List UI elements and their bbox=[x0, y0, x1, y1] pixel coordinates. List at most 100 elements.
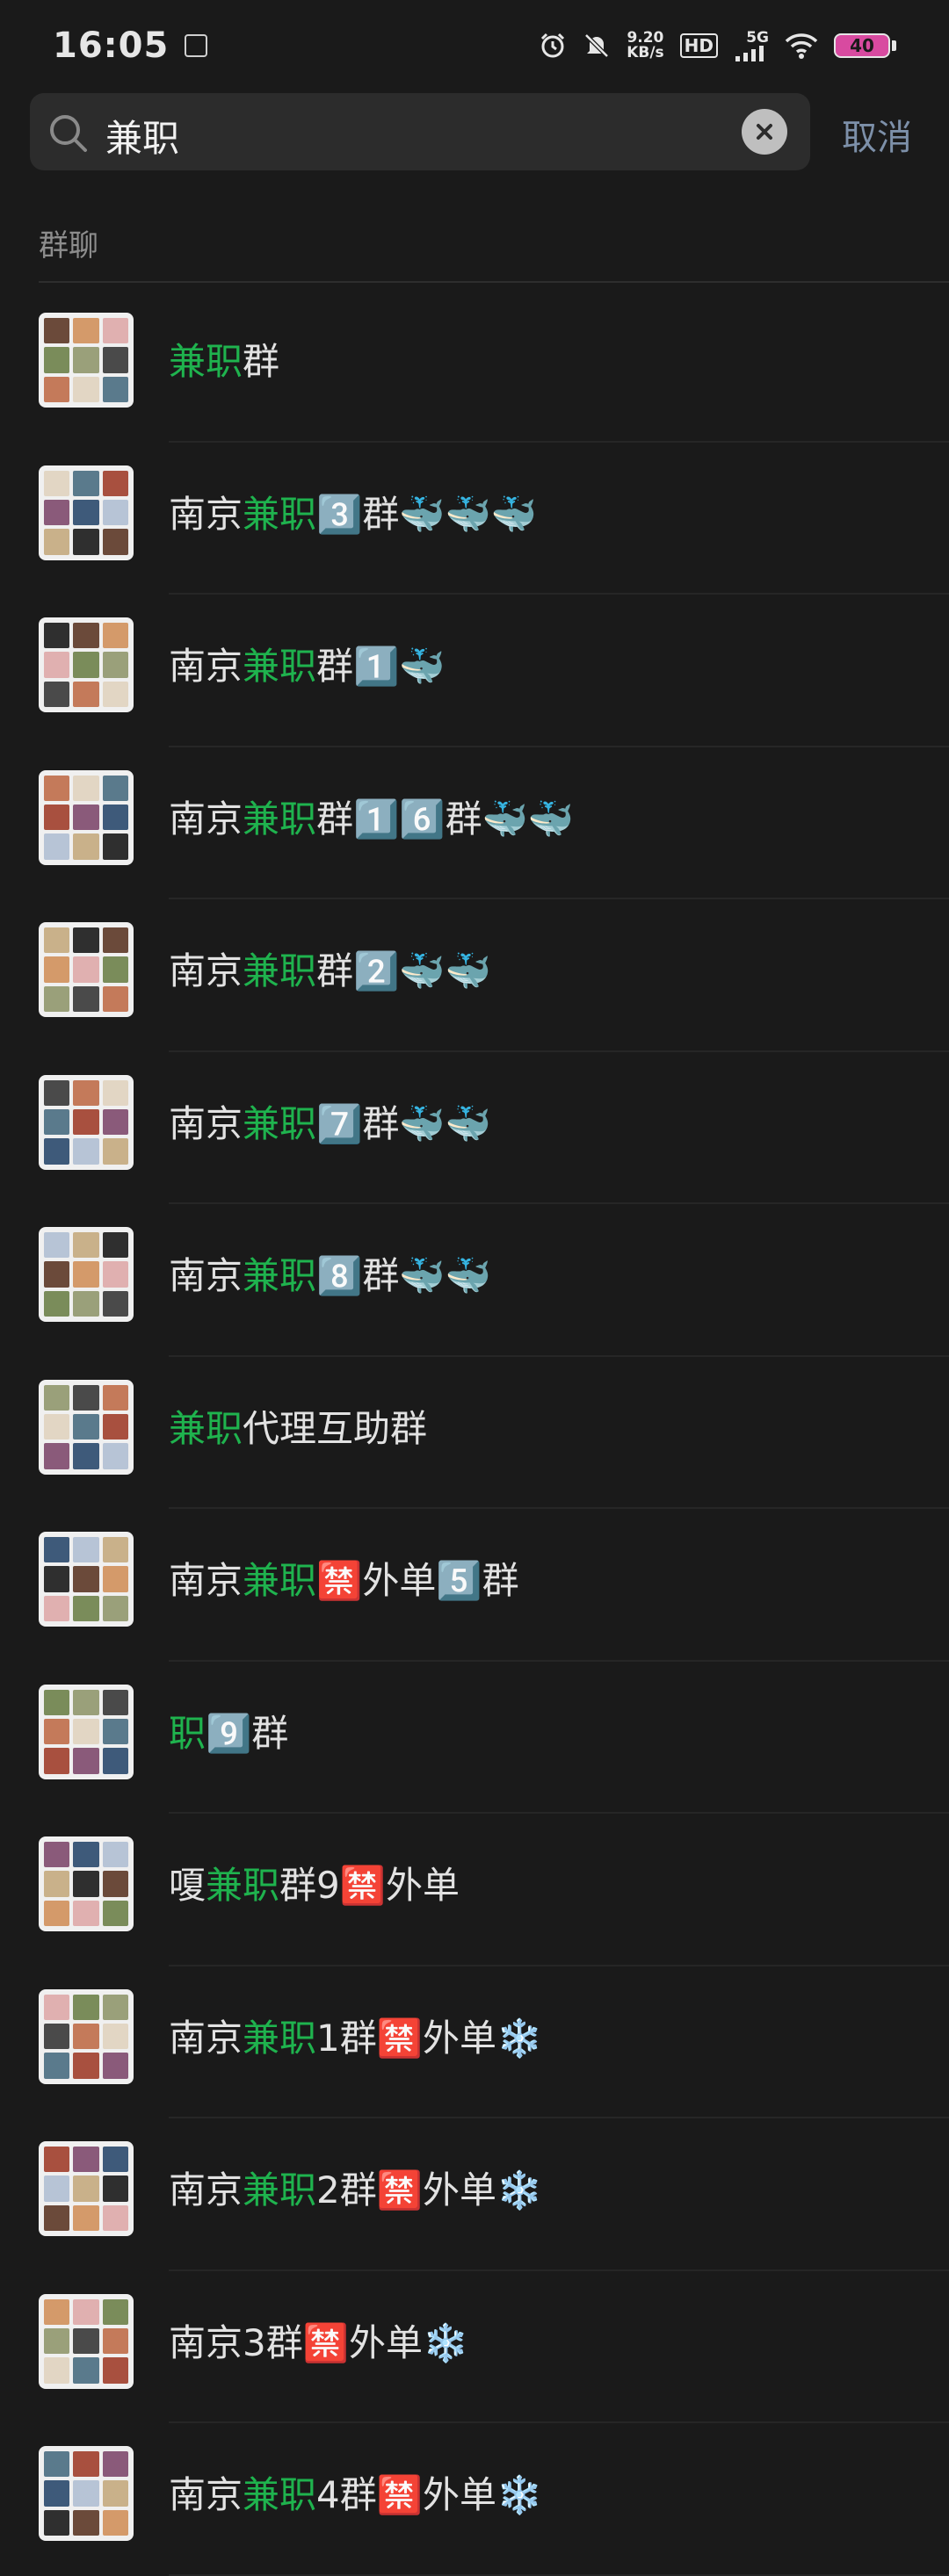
group-chat-row[interactable]: 兼职群 bbox=[0, 290, 949, 443]
search-match-highlight: 兼职 bbox=[243, 645, 317, 688]
group-avatar bbox=[39, 2293, 134, 2389]
group-avatar-tile bbox=[102, 956, 128, 983]
group-avatar-tile bbox=[73, 927, 99, 954]
group-chat-row[interactable]: 南京兼职🈲外单5️⃣群 bbox=[0, 1509, 949, 1662]
group-avatar-tile bbox=[44, 318, 70, 344]
group-avatar-tile bbox=[102, 1689, 128, 1715]
clear-search-button[interactable] bbox=[742, 109, 787, 155]
group-avatar-tile bbox=[44, 2053, 70, 2079]
search-match-highlight: 兼职 bbox=[243, 492, 317, 536]
group-chat-title-text: 南京 bbox=[169, 2473, 243, 2516]
group-chat-title-text: 南京 bbox=[169, 2168, 243, 2212]
group-avatar-tile bbox=[44, 376, 70, 402]
group-chat-title: 南京兼职群1️⃣🐳 bbox=[169, 637, 446, 690]
group-avatar-tile bbox=[102, 1290, 128, 1317]
group-avatar-tile bbox=[102, 2298, 128, 2325]
group-chat-title-text: 南京 bbox=[169, 2016, 243, 2060]
group-avatar-tile bbox=[44, 1261, 70, 1288]
group-avatar-tile bbox=[73, 2176, 99, 2202]
search-bar[interactable]: 兼职 bbox=[30, 93, 810, 170]
cancel-button[interactable]: 取消 bbox=[842, 109, 912, 160]
group-avatar-tile bbox=[44, 1384, 70, 1411]
group-chat-row[interactable]: 兼职代理互助群 bbox=[0, 1357, 949, 1509]
group-avatar-tile bbox=[102, 775, 128, 801]
group-avatar bbox=[39, 1988, 134, 2084]
battery-tip bbox=[892, 40, 896, 51]
group-chat-title: 南京兼职7️⃣群🐳🐳 bbox=[169, 1094, 491, 1148]
mobile-signal: 5G bbox=[734, 28, 769, 61]
group-avatar bbox=[39, 769, 134, 865]
status-bar: 16:05 9.20 KB/s HD 5G 40 bbox=[0, 0, 949, 91]
signal-icon bbox=[735, 45, 764, 61]
group-chat-row[interactable]: 南京兼职群1️⃣🐳 bbox=[0, 595, 949, 747]
group-avatar-tile bbox=[73, 1079, 99, 1106]
group-avatar-tile bbox=[44, 347, 70, 373]
group-chat-title: 南京兼职3️⃣群🐳🐳🐳 bbox=[169, 485, 537, 538]
group-chat-title-text: 3群🈲外单❄️ bbox=[243, 2320, 469, 2364]
group-avatar-tile bbox=[44, 1718, 70, 1745]
group-chat-row[interactable]: 职9️⃣群 bbox=[0, 1662, 949, 1814]
group-avatar-tile bbox=[44, 1900, 70, 1926]
group-avatar bbox=[39, 922, 134, 1017]
group-avatar-tile bbox=[102, 1108, 128, 1136]
group-avatar-tile bbox=[44, 1566, 70, 1592]
battery-indicator: 40 bbox=[834, 33, 896, 58]
group-chat-row[interactable]: 南京兼职2群🈲外单❄️ bbox=[0, 2118, 949, 2271]
group-chat-row[interactable]: 南京兼职群1️⃣6️⃣群🐳🐳 bbox=[0, 747, 949, 899]
group-avatar-tile bbox=[44, 2204, 70, 2231]
group-avatar-tile bbox=[73, 652, 99, 678]
group-chat-row[interactable]: 南京兼职3️⃣群🐳🐳🐳 bbox=[0, 443, 949, 595]
search-match-highlight: 兼职 bbox=[243, 949, 317, 992]
group-avatar-tile bbox=[73, 681, 99, 707]
group-chat-title-text: 9️⃣群 bbox=[206, 1711, 289, 1755]
group-avatar-tile bbox=[73, 1900, 99, 1926]
group-avatar-tile bbox=[44, 681, 70, 707]
group-chat-title-text: 南京 bbox=[169, 2320, 243, 2364]
group-avatar-tile bbox=[73, 1718, 99, 1745]
group-avatar-tile bbox=[73, 956, 99, 983]
group-chat-row[interactable]: 南京兼职8️⃣群🐳🐳 bbox=[0, 1204, 949, 1357]
group-avatar-tile bbox=[44, 1842, 70, 1868]
group-chat-title-text: 群9🈲外单 bbox=[279, 1864, 460, 1907]
status-time: 16:05 bbox=[53, 25, 170, 66]
group-chat-row[interactable]: 南京兼职7️⃣群🐳🐳 bbox=[0, 1052, 949, 1204]
group-chat-row[interactable]: 南京3群🈲外单❄️ bbox=[0, 2271, 949, 2423]
group-avatar-tile bbox=[102, 1842, 128, 1868]
group-avatar-tile bbox=[44, 775, 70, 801]
group-avatar-tile bbox=[102, 2357, 128, 2384]
group-avatar-tile bbox=[102, 2509, 128, 2536]
group-avatar-tile bbox=[44, 2298, 70, 2325]
group-avatar bbox=[39, 465, 134, 560]
group-avatar-tile bbox=[44, 2147, 70, 2173]
group-chat-row[interactable]: 南京兼职4群🈲外单❄️ bbox=[0, 2423, 949, 2576]
group-chat-title: 南京兼职4群🈲外单❄️ bbox=[169, 2465, 542, 2519]
group-avatar-tile bbox=[44, 2176, 70, 2202]
group-avatar-tile bbox=[102, 1871, 128, 1897]
group-avatar-tile bbox=[44, 1138, 70, 1165]
group-avatar-tile bbox=[44, 2023, 70, 2050]
group-avatar-tile bbox=[44, 1595, 70, 1621]
group-chat-row[interactable]: 嗄兼职群9🈲外单 bbox=[0, 1814, 949, 1966]
group-avatar-tile bbox=[44, 1537, 70, 1563]
row-divider bbox=[169, 2573, 949, 2576]
group-avatar-tile bbox=[44, 2451, 70, 2478]
group-avatar-tile bbox=[73, 1748, 99, 1774]
search-input[interactable]: 兼职 bbox=[105, 109, 179, 162]
group-avatar-tile bbox=[44, 1748, 70, 1774]
group-avatar-tile bbox=[44, 1413, 70, 1440]
group-avatar-tile bbox=[102, 985, 128, 1012]
group-avatar-tile bbox=[73, 347, 99, 373]
group-chat-row[interactable]: 南京兼职群2️⃣🐳🐳 bbox=[0, 899, 949, 1052]
group-avatar-tile bbox=[73, 1566, 99, 1592]
group-avatar-tile bbox=[102, 2204, 128, 2231]
group-avatar-tile bbox=[102, 1413, 128, 1440]
group-avatar-tile bbox=[73, 833, 99, 860]
search-match-highlight: 兼职 bbox=[243, 2016, 317, 2060]
group-avatar-tile bbox=[73, 2023, 99, 2050]
network-type: 5G bbox=[746, 28, 769, 47]
group-avatar-tile bbox=[44, 956, 70, 983]
group-avatar-tile bbox=[102, 376, 128, 402]
group-chat-title-text: 7️⃣群🐳🐳 bbox=[316, 1101, 491, 1145]
group-chat-title-text: 南京 bbox=[169, 797, 243, 841]
group-chat-row[interactable]: 南京兼职1群🈲外单❄️ bbox=[0, 1966, 949, 2118]
